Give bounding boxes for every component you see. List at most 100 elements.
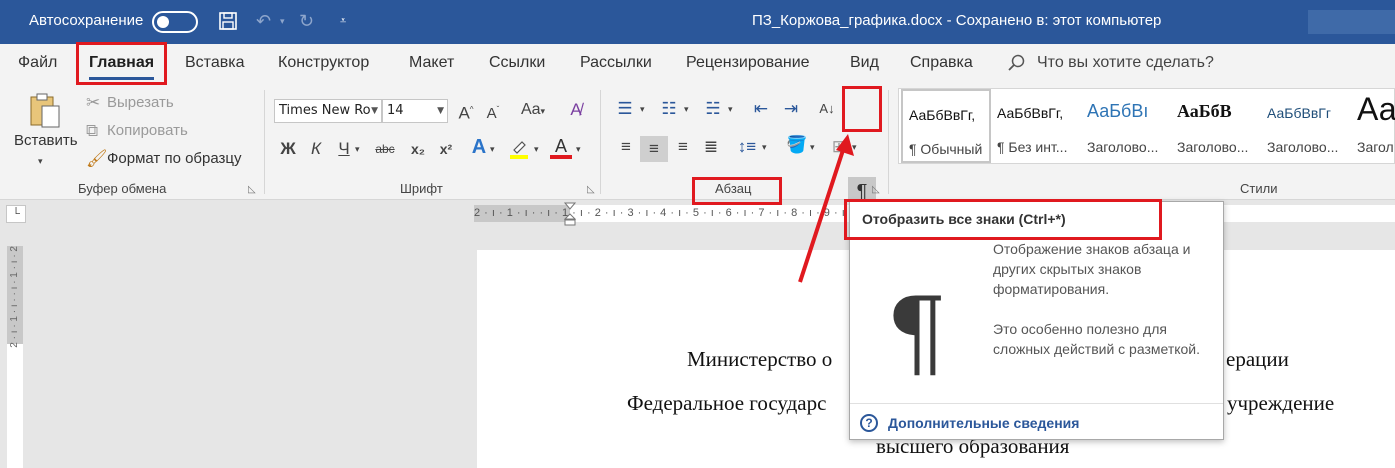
style-sample: АаБбВı: [1087, 101, 1149, 121]
font-color-icon[interactable]: A: [550, 136, 572, 160]
annotation-box-pilcrow: [842, 86, 882, 132]
paste-button[interactable]: Вставить: [14, 132, 78, 149]
autosave-label: Автосохранение: [29, 12, 144, 29]
undo-icon[interactable]: ↶: [256, 8, 271, 34]
tell-me-search[interactable]: Что вы хотите сделать?: [1037, 54, 1214, 72]
clipboard-group-label: Буфер обмена: [78, 181, 167, 196]
save-icon[interactable]: [218, 8, 238, 38]
customize-toolbar-icon[interactable]: ⩡: [340, 8, 346, 34]
format-painter-button[interactable]: Формат по образцу: [107, 150, 242, 167]
tab-layout[interactable]: Макет: [409, 54, 454, 72]
vertical-ruler[interactable]: 2 · ı · 1 · ı · · ı · 1 · ı · 2: [7, 246, 23, 468]
paragraph-launcher-icon[interactable]: ◺: [872, 184, 880, 195]
justify-icon[interactable]: ≣: [698, 136, 724, 158]
align-left-icon[interactable]: ≡: [613, 136, 639, 158]
clipboard-launcher-icon[interactable]: ◺: [248, 184, 256, 195]
tab-insert[interactable]: Вставка: [185, 54, 244, 72]
numbering-icon[interactable]: ☷: [656, 98, 682, 120]
style-heading-2[interactable]: АаБбВ Заголово...: [1171, 89, 1261, 163]
annotation-box-tooltip-title: [844, 199, 1162, 240]
clear-formatting-icon[interactable]: A̸: [565, 99, 587, 121]
sort-icon[interactable]: A↓: [814, 98, 840, 120]
style-name: Заголово...: [1177, 139, 1249, 155]
strikethrough-button[interactable]: abc: [372, 138, 398, 160]
increase-indent-icon[interactable]: ⇥: [778, 98, 804, 120]
grow-font-icon[interactable]: A^: [455, 99, 477, 125]
multilevel-list-icon[interactable]: ☵: [700, 98, 726, 120]
format-painter-icon[interactable]: 🖌: [86, 148, 108, 170]
styles-gallery: АаБбВвГг, ¶ Обычный АаБбВвГг, ¶ Без инт.…: [898, 88, 1395, 164]
copy-icon[interactable]: ⧉: [86, 120, 98, 142]
italic-button[interactable]: К: [305, 138, 327, 160]
tooltip-description: Это особенно полезно для сложных действи…: [993, 321, 1201, 357]
line-spacing-icon[interactable]: ↕≡: [734, 136, 760, 158]
annotation-box-paragraph: [692, 177, 782, 205]
style-sample: АаБбВвГг,: [997, 105, 1064, 121]
subscript-button[interactable]: x₂: [406, 138, 430, 160]
redo-icon[interactable]: ↻: [299, 8, 314, 34]
style-name: Заголово...: [1087, 139, 1159, 155]
bullets-dropdown-icon[interactable]: ▾: [640, 98, 645, 120]
help-icon[interactable]: ?: [860, 414, 878, 432]
style-heading-1[interactable]: АаБбВı Заголово...: [1081, 89, 1171, 163]
align-center-icon[interactable]: ≡: [640, 136, 668, 162]
style-sample: АаБбВ: [1177, 101, 1232, 121]
paste-icon[interactable]: [28, 92, 62, 133]
style-normal[interactable]: АаБбВвГг, ¶ Обычный: [901, 89, 991, 163]
font-color-dropdown-icon[interactable]: ▾: [576, 138, 581, 160]
superscript-button[interactable]: x²: [434, 138, 458, 160]
tab-review[interactable]: Рецензирование: [686, 54, 810, 72]
tab-help[interactable]: Справка: [910, 54, 973, 72]
cut-button[interactable]: Вырезать: [107, 94, 174, 111]
undo-dropdown-icon[interactable]: ▾: [280, 8, 285, 34]
style-sample: АаБбВвГг: [1267, 105, 1331, 121]
style-no-spacing[interactable]: АаБбВвГг, ¶ Без инт...: [991, 89, 1081, 163]
tab-design[interactable]: Конструктор: [278, 54, 369, 72]
chevron-down-icon: ▼: [437, 106, 444, 116]
scissors-icon[interactable]: ✂: [86, 92, 100, 114]
tab-view[interactable]: Вид: [850, 54, 879, 72]
bullets-icon[interactable]: ☰: [612, 98, 638, 120]
font-name-field[interactable]: Times New Ro ▼: [274, 99, 382, 123]
autosave-toggle[interactable]: [152, 11, 198, 33]
indent-marker-icon[interactable]: [563, 202, 577, 229]
doc-text-line: ерации: [1226, 347, 1289, 371]
font-group-label: Шрифт: [400, 181, 443, 196]
chevron-down-icon: ▼: [371, 106, 378, 116]
highlight-icon[interactable]: [508, 138, 530, 160]
separator: [264, 90, 265, 194]
font-launcher-icon[interactable]: ◺: [587, 184, 595, 195]
bold-button[interactable]: Ж: [277, 138, 299, 160]
line-spacing-dropdown-icon[interactable]: ▾: [762, 136, 767, 158]
account-area[interactable]: [1308, 10, 1395, 34]
highlight-dropdown-icon[interactable]: ▾: [534, 138, 539, 160]
divider: [850, 403, 1223, 404]
style-name: Загол: [1357, 139, 1394, 155]
text-effects-icon[interactable]: A: [468, 136, 490, 158]
decrease-indent-icon[interactable]: ⇤: [748, 98, 774, 120]
paste-dropdown-icon[interactable]: ▾: [38, 150, 43, 172]
style-heading-3[interactable]: АаБбВвГг Заголово...: [1261, 89, 1351, 163]
style-name: Заголово...: [1267, 139, 1339, 155]
font-size-field[interactable]: 14 ▼: [382, 99, 448, 123]
style-title[interactable]: Аа Загол: [1351, 89, 1395, 163]
tab-references[interactable]: Ссылки: [489, 54, 545, 72]
shrink-font-icon[interactable]: Aˇ: [482, 99, 504, 125]
lightbulb-search-icon[interactable]: [1006, 53, 1026, 76]
tab-mailings[interactable]: Рассылки: [580, 54, 652, 72]
text-effects-dropdown-icon[interactable]: ▾: [490, 138, 495, 160]
annotation-box-home: [76, 42, 167, 85]
styles-group-label: Стили: [1240, 181, 1278, 196]
doc-text-line: Министерство о: [687, 347, 833, 371]
copy-button[interactable]: Копировать: [107, 122, 188, 139]
change-case-icon[interactable]: Aa▾: [516, 99, 550, 122]
align-right-icon[interactable]: ≡: [670, 136, 696, 158]
separator: [600, 90, 601, 194]
underline-button[interactable]: Ч: [333, 138, 355, 160]
underline-dropdown-icon[interactable]: ▾: [355, 138, 360, 160]
multilevel-dropdown-icon[interactable]: ▾: [728, 98, 733, 120]
tab-file[interactable]: Файл: [18, 54, 57, 72]
tab-selector[interactable]: └: [6, 205, 26, 223]
numbering-dropdown-icon[interactable]: ▾: [684, 98, 689, 120]
more-info-link[interactable]: Дополнительные сведения: [888, 415, 1079, 431]
